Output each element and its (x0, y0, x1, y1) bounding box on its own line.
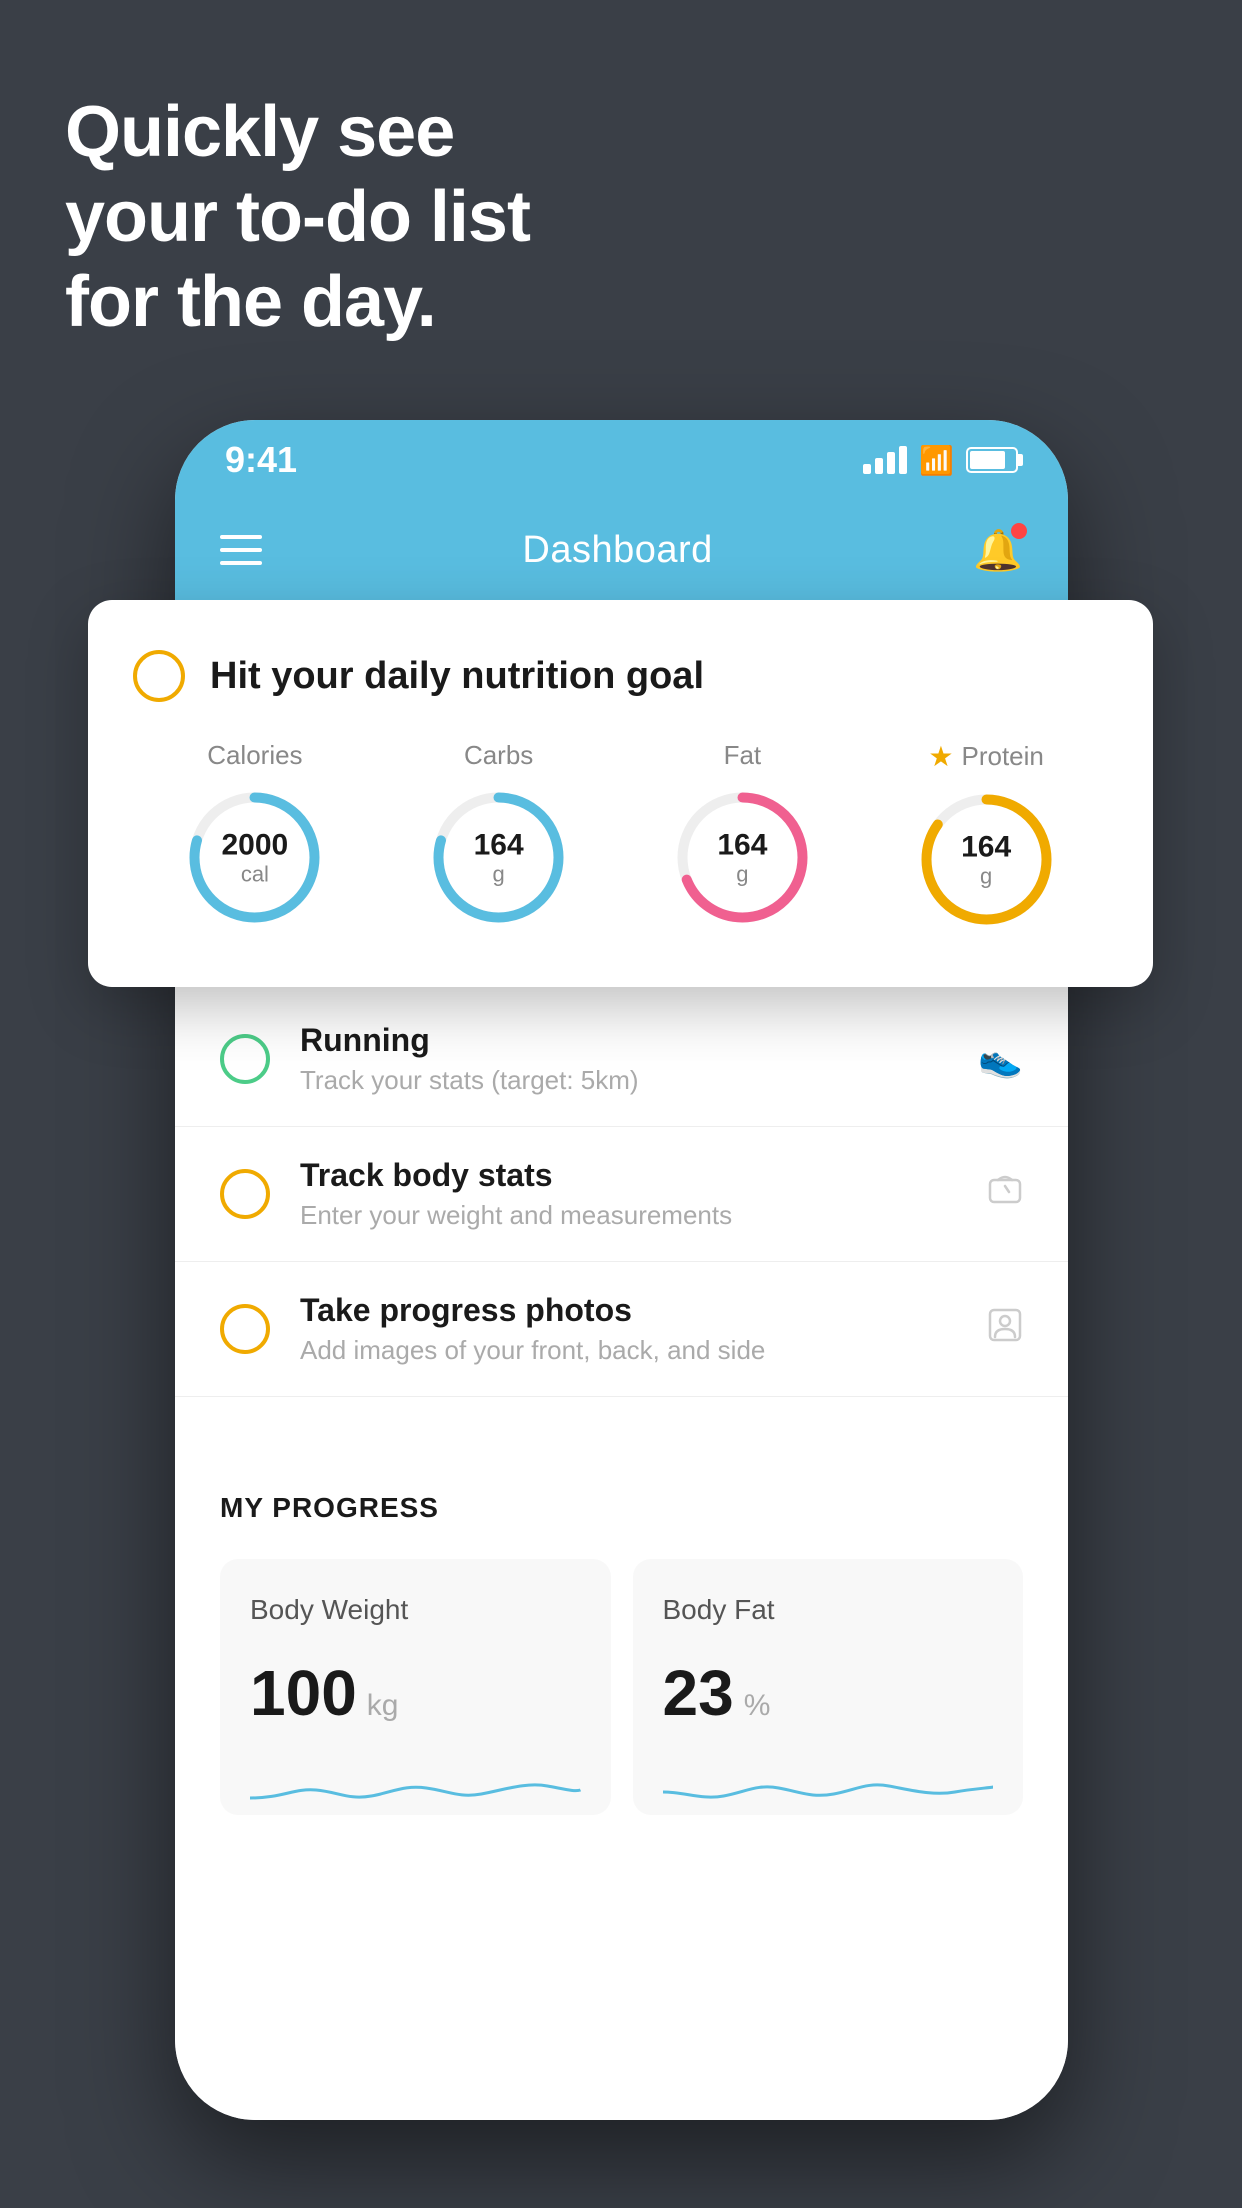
calories-label: Calories (207, 740, 302, 771)
nutrition-item-calories: Calories 2000 cal (182, 740, 327, 930)
fat-label: Fat (724, 740, 762, 771)
nutrition-item-protein: ★ Protein 164 g (914, 740, 1059, 932)
todo-subtitle-photos: Add images of your front, back, and side (300, 1335, 957, 1366)
todo-text-photos: Take progress photos Add images of your … (300, 1292, 957, 1366)
todo-title-body-stats: Track body stats (300, 1157, 957, 1194)
star-icon: ★ (928, 740, 953, 773)
nutrition-item-fat: Fat 164 g (670, 740, 815, 930)
battery-icon (966, 447, 1018, 473)
todo-title-photos: Take progress photos (300, 1292, 957, 1329)
signal-bars-icon (863, 446, 907, 474)
wifi-icon: 📶 (919, 444, 954, 477)
body-weight-value: 100 (250, 1656, 357, 1730)
status-time: 9:41 (225, 439, 297, 481)
progress-header: MY PROGRESS (220, 1492, 1023, 1524)
carbs-unit: g (474, 861, 524, 887)
protein-label: Protein (961, 741, 1043, 772)
scale-icon (987, 1172, 1023, 1217)
fat-circle-chart: 164 g (670, 785, 815, 930)
carbs-value: 164 (474, 828, 524, 861)
todo-circle-photos (220, 1304, 270, 1354)
nutrition-item-carbs: Carbs 164 g (426, 740, 571, 930)
todo-subtitle-running: Track your stats (target: 5km) (300, 1065, 948, 1096)
body-fat-unit: % (744, 1689, 771, 1723)
body-fat-title: Body Fat (663, 1594, 994, 1626)
todo-circle-running (220, 1034, 270, 1084)
todo-subtitle-body-stats: Enter your weight and measurements (300, 1200, 957, 1231)
todo-item-photos[interactable]: Take progress photos Add images of your … (175, 1262, 1068, 1397)
nutrition-floating-card: Hit your daily nutrition goal Calories 2… (88, 600, 1153, 987)
fat-value: 164 (717, 828, 767, 861)
header-title: Dashboard (522, 529, 712, 572)
hero-text: Quickly see your to-do list for the day. (65, 90, 530, 345)
protein-value: 164 (961, 830, 1011, 863)
todo-text-body-stats: Track body stats Enter your weight and m… (300, 1157, 957, 1231)
calories-value: 2000 (222, 828, 289, 861)
calories-unit: cal (222, 861, 289, 887)
notification-dot (1011, 523, 1027, 539)
progress-cards-row: Body Weight 100 kg Body Fat (220, 1559, 1023, 1815)
calories-circle-chart: 2000 cal (182, 785, 327, 930)
person-icon (987, 1307, 1023, 1352)
nutrition-card-title: Hit your daily nutrition goal (210, 655, 704, 698)
card-title-row: Hit your daily nutrition goal (133, 650, 1108, 702)
protein-label-row: ★ Protein (928, 740, 1044, 773)
status-icons: 📶 (863, 444, 1018, 477)
todo-title-running: Running (300, 1022, 948, 1059)
body-weight-unit: kg (367, 1689, 399, 1723)
protein-unit: g (961, 863, 1011, 889)
carbs-label: Carbs (464, 740, 533, 771)
todo-text-running: Running Track your stats (target: 5km) (300, 1022, 948, 1096)
nutrition-circles-row: Calories 2000 cal Carbs (133, 740, 1108, 932)
body-weight-title: Body Weight (250, 1594, 581, 1626)
todo-circle-body-stats (220, 1169, 270, 1219)
progress-section: MY PROGRESS Body Weight 100 kg (175, 1457, 1068, 1850)
body-weight-value-row: 100 kg (250, 1656, 581, 1730)
body-weight-chart (250, 1760, 581, 1815)
notification-bell-button[interactable]: 🔔 (973, 527, 1023, 574)
body-fat-chart (663, 1760, 994, 1815)
body-fat-value-row: 23 % (663, 1656, 994, 1730)
shoe-icon: 👟 (978, 1038, 1023, 1080)
body-fat-card[interactable]: Body Fat 23 % (633, 1559, 1024, 1815)
nutrition-radio-circle[interactable] (133, 650, 185, 702)
app-header: Dashboard 🔔 (175, 500, 1068, 600)
hamburger-menu-button[interactable] (220, 535, 262, 565)
status-bar: 9:41 📶 (175, 420, 1068, 500)
todo-item-body-stats[interactable]: Track body stats Enter your weight and m… (175, 1127, 1068, 1262)
todo-list: Running Track your stats (target: 5km) 👟… (175, 992, 1068, 1850)
carbs-circle-chart: 164 g (426, 785, 571, 930)
body-weight-card[interactable]: Body Weight 100 kg (220, 1559, 611, 1815)
fat-unit: g (717, 861, 767, 887)
protein-circle-chart: 164 g (914, 787, 1059, 932)
todo-item-running[interactable]: Running Track your stats (target: 5km) 👟 (175, 992, 1068, 1127)
body-fat-value: 23 (663, 1656, 734, 1730)
